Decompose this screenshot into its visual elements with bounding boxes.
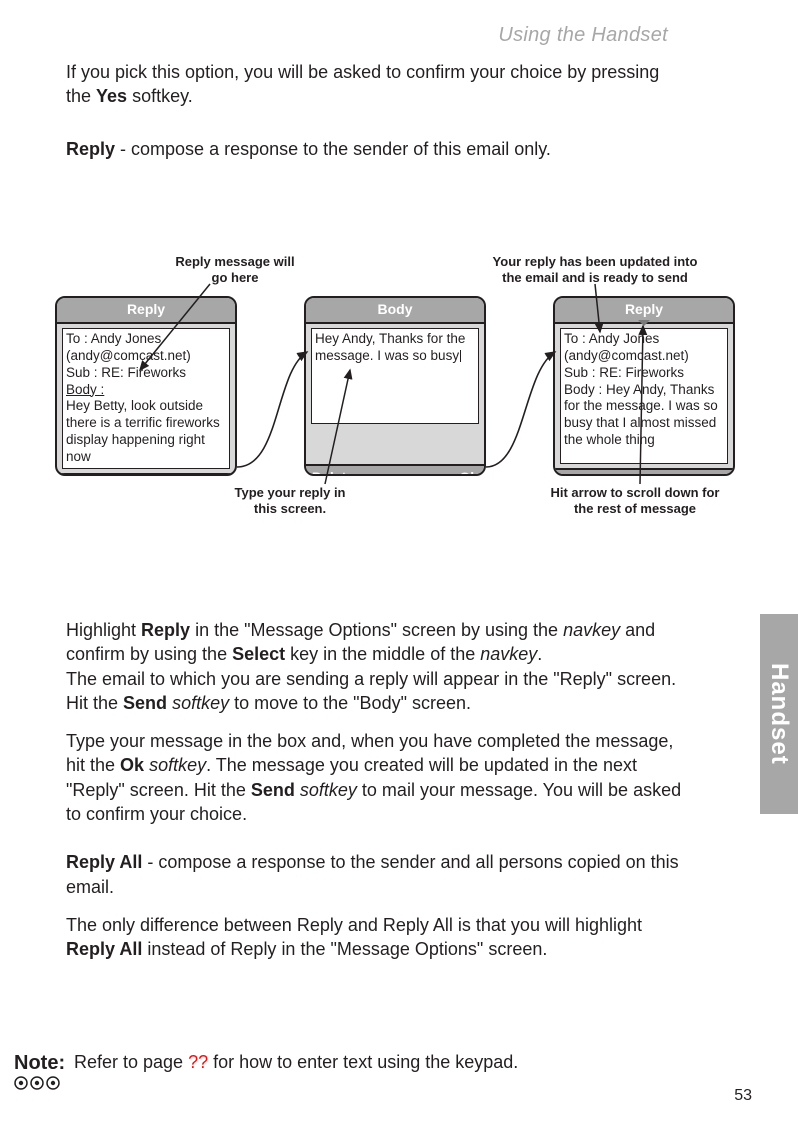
t: . bbox=[537, 644, 542, 664]
page-number: 53 bbox=[734, 1085, 752, 1107]
reply-all-ref: Reply All bbox=[66, 939, 142, 959]
annot-scroll-down: Hit arrow to scroll down forthe rest of … bbox=[525, 485, 745, 516]
phone2-softkey-ok[interactable]: Ok bbox=[459, 468, 478, 476]
note-icons bbox=[14, 1076, 60, 1090]
t: Highlight bbox=[66, 620, 141, 640]
side-tab-handset: Handset bbox=[760, 614, 798, 814]
phone2-softkey-delete[interactable]: Delete bbox=[312, 468, 354, 476]
phone3-softkey-send[interactable]: Send bbox=[693, 472, 727, 476]
note-row: Note: Refer to page ?? for how to enter … bbox=[14, 1050, 754, 1077]
t: in the "Message Options" screen by using… bbox=[190, 620, 563, 640]
phone3-to: To : Andy Jones bbox=[564, 331, 724, 348]
scroll-down-icon[interactable] bbox=[638, 320, 650, 326]
phone1-sub: Sub : RE: Fireworks bbox=[66, 365, 226, 382]
intro-block: If you pick this option, you will be ask… bbox=[66, 60, 686, 175]
softkey-ref-2: softkey bbox=[149, 755, 206, 775]
phone1-to: To : Andy Jones bbox=[66, 331, 226, 348]
phone3-body: Body : Hey Andy, Thanks for the message.… bbox=[564, 382, 724, 450]
phone1-body-area: To : Andy Jones (andy@comcast.net) Sub :… bbox=[62, 328, 230, 469]
note-bullet-icon bbox=[46, 1076, 60, 1090]
phone3-softkeys: Cancel Send bbox=[555, 468, 733, 476]
annot-reply-goes-here: Reply message willgo here bbox=[155, 254, 315, 285]
note-bullet-icon bbox=[30, 1076, 44, 1090]
navkey-ref-2: navkey bbox=[480, 644, 537, 664]
body-p5: The only difference between Reply and Re… bbox=[66, 913, 686, 962]
phone1-email: (andy@comcast.net) bbox=[66, 348, 226, 365]
phone2-softkeys: Delete Ok bbox=[306, 464, 484, 476]
phone2-body-area[interactable]: Hey Andy, Thanks for the message. I was … bbox=[311, 328, 479, 424]
body-p4: Reply All - compose a response to the se… bbox=[66, 850, 686, 899]
body-p1: Highlight Reply in the "Message Options"… bbox=[66, 618, 686, 667]
text: - compose a response to the sender of th… bbox=[115, 139, 551, 159]
yes-softkey-ref: Yes bbox=[96, 86, 127, 106]
phone-screen-reply-2: Reply To : Andy Jones (andy@comcast.net)… bbox=[553, 296, 735, 476]
intro-p2: Reply - compose a response to the sender… bbox=[66, 137, 686, 161]
phone3-body-area: To : Andy Jones (andy@comcast.net) Sub :… bbox=[560, 328, 728, 464]
phone2-title: Body bbox=[306, 298, 484, 324]
text-cursor-icon bbox=[460, 350, 461, 362]
ok-ref: Ok bbox=[120, 755, 144, 775]
t: key in the middle of the bbox=[285, 644, 480, 664]
body-p3: Type your message in the box and, when y… bbox=[66, 729, 686, 826]
send-ref-2: Send bbox=[251, 780, 295, 800]
phone3-sub: Sub : RE: Fireworks bbox=[564, 365, 724, 382]
note-text: Refer to page ?? for how to enter text u… bbox=[74, 1050, 518, 1074]
text: softkey. bbox=[127, 86, 193, 106]
phone3-softkey-cancel[interactable]: Cancel bbox=[561, 472, 607, 476]
phone3-email: (andy@comcast.net) bbox=[564, 348, 724, 365]
reply-all-heading: Reply All bbox=[66, 852, 142, 872]
t: to move to the "Body" screen. bbox=[229, 693, 471, 713]
softkey-ref-3: softkey bbox=[300, 780, 357, 800]
t: The only difference between Reply and Re… bbox=[66, 915, 642, 935]
t: - compose a response to the sender and a… bbox=[66, 852, 679, 896]
running-head: Using the Handset bbox=[498, 22, 668, 49]
annot-type-reply: Type your reply inthis screen. bbox=[210, 485, 370, 516]
phone2-text: Hey Andy, Thanks for the message. I was … bbox=[315, 331, 465, 363]
annot-updated-ready: Your reply has been updated intothe emai… bbox=[465, 254, 725, 285]
softkey-ref: softkey bbox=[172, 693, 229, 713]
phone-screen-reply-1: Reply To : Andy Jones (andy@comcast.net)… bbox=[55, 296, 237, 476]
reply-diagram: Reply message willgo here Your reply has… bbox=[45, 252, 765, 532]
note-label: Note: bbox=[14, 1050, 68, 1077]
t: Refer to page bbox=[74, 1052, 188, 1072]
phone1-title: Reply bbox=[57, 298, 235, 324]
reply-heading: Reply bbox=[66, 139, 115, 159]
intro-p1: If you pick this option, you will be ask… bbox=[66, 60, 686, 109]
phone-screen-body: Body Hey Andy, Thanks for the message. I… bbox=[304, 296, 486, 476]
send-ref: Send bbox=[123, 693, 167, 713]
t: instead of Reply in the "Message Options… bbox=[142, 939, 547, 959]
body-block: Highlight Reply in the "Message Options"… bbox=[66, 618, 686, 976]
missing-page-ref: ?? bbox=[188, 1052, 208, 1072]
body-p2: The email to which you are sending a rep… bbox=[66, 667, 686, 716]
navkey-ref: navkey bbox=[563, 620, 620, 640]
reply-ref: Reply bbox=[141, 620, 190, 640]
t: for how to enter text using the keypad. bbox=[208, 1052, 518, 1072]
phone1-quoted: Hey Betty, look outside there is a terri… bbox=[66, 398, 226, 466]
phone1-body-label: Body : bbox=[66, 382, 226, 399]
select-ref: Select bbox=[232, 644, 285, 664]
note-bullet-icon bbox=[14, 1076, 28, 1090]
phone1-softkeys: Cancel Send bbox=[57, 473, 235, 476]
